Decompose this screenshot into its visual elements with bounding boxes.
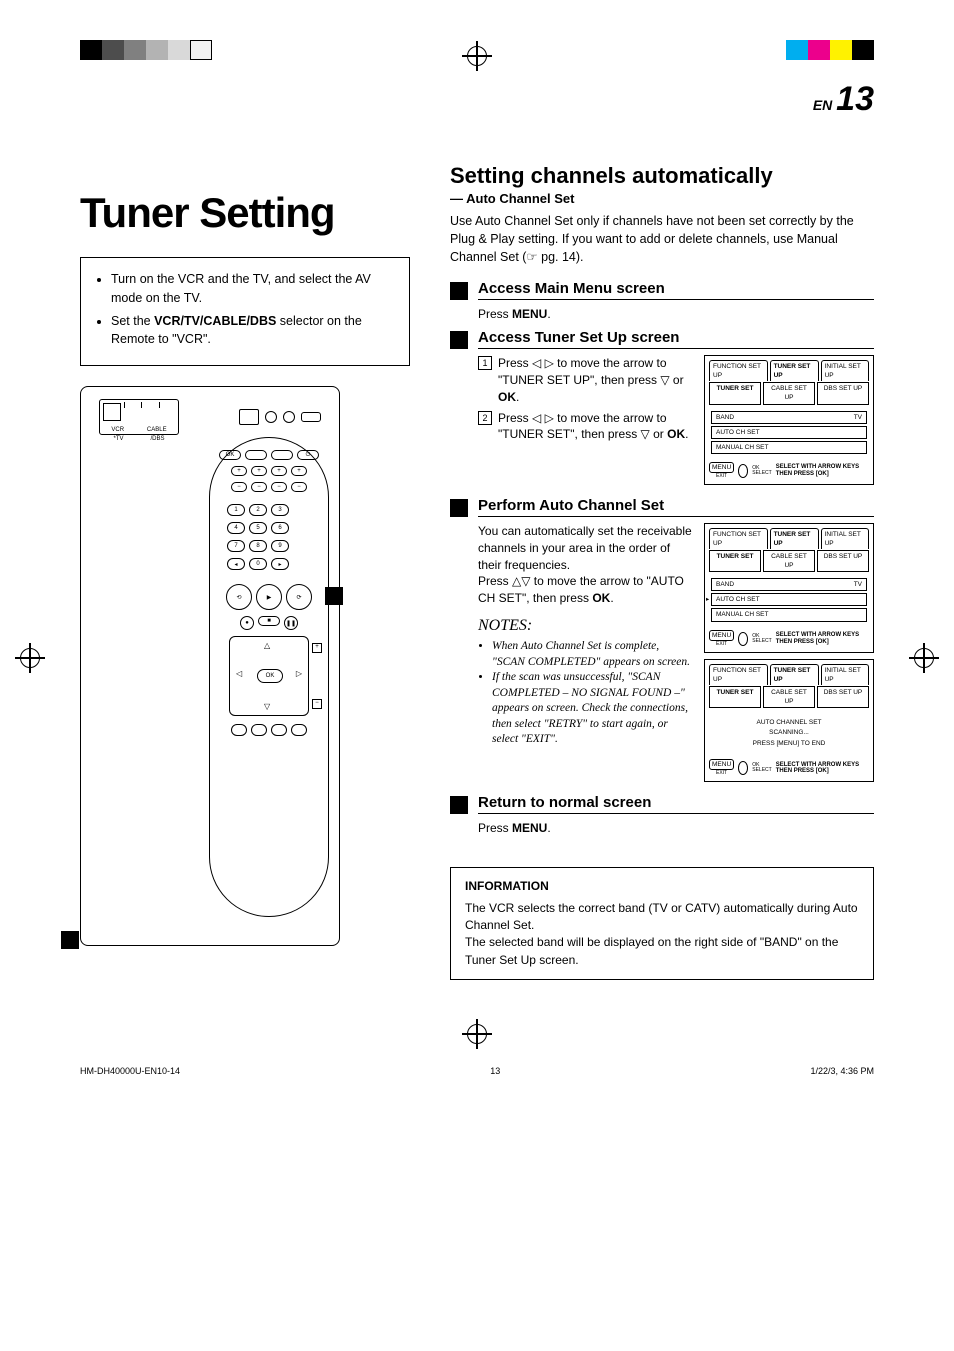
osd-auto-ch-list: FUNCTION SET UP TUNER SET UP INITIAL SET… xyxy=(704,523,874,653)
osd-scanning: FUNCTION SET UP TUNER SET UP INITIAL SET… xyxy=(704,659,874,783)
dpad: △ ▽ ◁ ▷ OK + − xyxy=(229,636,309,716)
dpad-ok: OK xyxy=(257,669,283,683)
page-num-value: 13 xyxy=(836,80,874,118)
step-marker-icon xyxy=(450,282,468,300)
aux-button xyxy=(283,411,295,423)
color-bar-right xyxy=(786,40,874,60)
pause-button: ❚❚ xyxy=(284,616,298,630)
crosshair-icon xyxy=(467,1024,487,1044)
dpad-icon xyxy=(738,761,748,775)
remote-body: OK ⏻ + + + + − − − − xyxy=(209,437,329,917)
step-perform-auto-ch-set: Perform Auto Channel Set You can automat… xyxy=(450,497,874,788)
page-title: Tuner Setting xyxy=(80,189,410,237)
step-marker-icon xyxy=(450,499,468,517)
osd-tuner-setup: FUNCTION SET UP TUNER SET UP INITIAL SET… xyxy=(704,355,874,485)
substep: Press ◁ ▷ to move the arrow to "TUNER SE… xyxy=(478,410,694,444)
registration-marks-bottom xyxy=(0,1020,954,1060)
remote-illustration: VCR CABLE *TV /DBS OK xyxy=(80,386,340,946)
dpad-icon xyxy=(738,632,748,646)
color-bar-left xyxy=(80,40,212,60)
step-marker-icon xyxy=(450,796,468,814)
footer-date: 1/22/3, 4:36 PM xyxy=(810,1066,874,1076)
substep: Press ◁ ▷ to move the arrow to "TUNER SE… xyxy=(478,355,694,405)
ff-button: ⟳ xyxy=(286,584,312,610)
footer-page: 13 xyxy=(490,1066,500,1076)
step-access-main-menu: Access Main Menu screen Press MENU. xyxy=(450,280,874,323)
print-footer: HM-DH40000U-EN10-14 13 1/22/3, 4:36 PM xyxy=(0,1060,954,1116)
eject-button xyxy=(301,412,321,422)
side-register-left xyxy=(20,648,40,668)
info-text: The VCR selects the correct band (TV or … xyxy=(465,900,859,970)
page-number: EN 13 xyxy=(0,80,954,119)
stop-button: ■ xyxy=(258,616,280,626)
section-title: Setting channels automatically xyxy=(450,163,874,189)
dpad-icon xyxy=(738,464,748,478)
step-access-tuner-setup: Access Tuner Set Up screen Press ◁ ▷ to … xyxy=(450,329,874,491)
callout-marker xyxy=(325,587,343,605)
information-box: INFORMATION The VCR selects the correct … xyxy=(450,867,874,980)
step-marker-icon xyxy=(450,331,468,349)
side-register-right xyxy=(914,648,934,668)
mode-selector-switch: VCR CABLE *TV /DBS xyxy=(99,399,179,435)
display-button xyxy=(239,409,259,425)
step-return-normal: Return to normal screen Press MENU. xyxy=(450,794,874,837)
registration-marks-top xyxy=(0,0,954,80)
rec-button: ● xyxy=(240,616,254,630)
note-item: If the scan was unsuccessful, "SCAN COMP… xyxy=(492,670,694,748)
callout-marker xyxy=(61,931,79,949)
section-body: Use Auto Channel Set only if channels ha… xyxy=(450,212,874,266)
section-subtitle: — Auto Channel Set xyxy=(450,191,874,206)
crosshair-icon xyxy=(467,46,487,66)
ok-button-top: OK xyxy=(219,450,241,460)
prerequisites-box: Turn on the VCR and the TV, and select t… xyxy=(80,257,410,366)
play-button: ▶ xyxy=(256,584,282,610)
lang-prefix: EN xyxy=(813,97,832,113)
prereq-item: Turn on the VCR and the TV, and select t… xyxy=(111,270,393,308)
note-item: When Auto Channel Set is complete, "SCAN… xyxy=(492,639,694,670)
footer-filename: HM-DH40000U-EN10-14 xyxy=(80,1066,180,1076)
prereq-item: Set the VCR/TV/CABLE/DBS selector on the… xyxy=(111,312,393,350)
rewind-button: ⟲ xyxy=(226,584,252,610)
power-button xyxy=(265,411,277,423)
